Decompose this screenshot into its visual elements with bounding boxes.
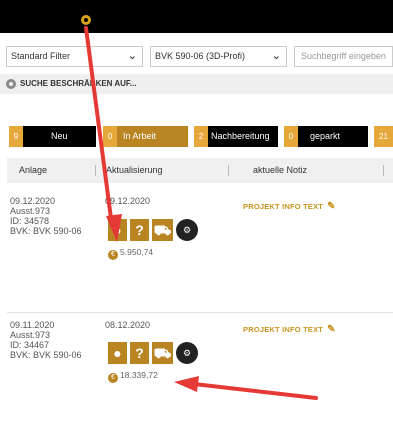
tab-geparkt[interactable]: 0 geparkt — [284, 126, 368, 147]
tab-count: 0 — [284, 126, 298, 147]
column-header-notiz[interactable]: aktuelle Notiz — [253, 158, 307, 183]
filter-select-value: Standard Filter — [11, 51, 71, 61]
column-separator — [95, 165, 96, 176]
edit-icon[interactable]: ✎ — [327, 201, 336, 212]
row-divider — [7, 312, 393, 313]
tab-count: 0 — [103, 126, 117, 147]
aktualisierung-cell: 08.12.2020 — [105, 320, 151, 330]
table-header: Anlage Aktualisierung aktuelle Notiz — [7, 158, 393, 183]
anlage-cell: 09.12.2020 Ausst.973 ID: 34578 BVK: BVK … — [10, 196, 82, 236]
price-value: 5.950,74 — [120, 247, 154, 257]
anlage-id: ID: 34578 — [10, 216, 50, 226]
action-icons: ● ? ⛟ ⚙ — [108, 342, 218, 364]
tab-label: geparkt — [310, 131, 341, 141]
anlage-date: 09.11.2020 — [10, 320, 55, 330]
table-row[interactable]: 09.11.2020 Ausst.973 ID: 34467 BVK: BVK … — [7, 312, 393, 407]
column-header-aktualisierung[interactable]: Aktualisierung — [106, 158, 163, 183]
anlage-date: 09.12.2020 — [10, 196, 56, 206]
project-info-link[interactable]: PROJEKT INFO TEXT ✎ — [243, 201, 336, 212]
aktualisierung-cell: 09.12.2020 — [105, 196, 151, 206]
column-separator — [383, 165, 384, 176]
chevron-down-icon: ⌄ — [127, 50, 137, 62]
filter-select[interactable]: Standard Filter ⌄ — [6, 46, 143, 67]
price-value: 18.339,72 — [120, 370, 158, 380]
project-select[interactable]: BVK 590-06 (3D-Profi) ⌄ — [150, 46, 287, 67]
status-tabs: 9 Neu 0 In Arbeit 2 Nachbereitung 0 gepa… — [0, 126, 393, 147]
anlage-ausst: Ausst.973 — [10, 330, 51, 340]
project-info-link[interactable]: PROJEKT INFO TEXT ✎ — [243, 324, 336, 335]
project-info-text: PROJEKT INFO TEXT — [243, 202, 324, 211]
cart-icon[interactable]: ⛟ — [152, 342, 173, 364]
tab-in-arbeit[interactable]: 0 In Arbeit — [103, 126, 188, 147]
tab-label: Neu — [51, 131, 68, 141]
anlage-bvk: BVK: BVK 590-06 — [10, 350, 82, 360]
chevron-down-icon: ⌄ — [271, 50, 281, 62]
user-icon[interactable]: ● — [108, 219, 127, 241]
filter-bar: Standard Filter ⌄ BVK 590-06 (3D-Profi) … — [0, 42, 393, 70]
price-info: €18.339,72 — [108, 369, 158, 383]
euro-icon: € — [108, 250, 118, 260]
cart-icon[interactable]: ⛟ — [152, 219, 173, 241]
tab-count: 9 — [9, 126, 23, 147]
question-icon[interactable]: ? — [130, 342, 149, 364]
stamp-icon[interactable]: ⚙ — [176, 342, 198, 364]
project-select-value: BVK 590-06 (3D-Profi) — [155, 51, 246, 61]
edit-icon[interactable]: ✎ — [327, 324, 336, 335]
radio-circle-icon — [6, 79, 16, 89]
tab-label: Nachbereitung — [211, 131, 270, 141]
restrict-search-label: SUCHE BESCHRÄNKEN AUF... — [20, 79, 137, 88]
tab-more[interactable]: 21 — [374, 126, 393, 147]
action-icons: ● ? ⛟ ⚙ — [108, 219, 218, 241]
restrict-search-toggle[interactable]: SUCHE BESCHRÄNKEN AUF... — [0, 74, 393, 94]
anlage-cell: 09.11.2020 Ausst.973 ID: 34467 BVK: BVK … — [10, 320, 82, 360]
top-bar — [0, 0, 393, 33]
question-icon[interactable]: ? — [130, 219, 149, 241]
tab-nachbereitung[interactable]: 2 Nachbereitung — [194, 126, 278, 147]
tab-label: In Arbeit — [123, 131, 157, 141]
user-icon[interactable]: ● — [108, 342, 127, 364]
search-input[interactable]: Suchbegriff eingeben — [294, 46, 393, 67]
project-info-text: PROJEKT INFO TEXT — [243, 325, 324, 334]
tab-count: 21 — [374, 126, 393, 147]
column-header-anlage[interactable]: Anlage — [19, 158, 47, 183]
search-placeholder: Suchbegriff eingeben — [301, 51, 386, 61]
anlage-ausst: Ausst.973 — [10, 206, 51, 216]
price-info: €5.950,74 — [108, 246, 154, 260]
eye-icon[interactable] — [81, 15, 91, 25]
euro-icon: € — [108, 373, 118, 383]
column-separator — [228, 165, 229, 176]
anlage-id: ID: 34467 — [10, 340, 50, 350]
tab-neu[interactable]: 9 Neu — [9, 126, 96, 147]
table-row[interactable]: 09.12.2020 Ausst.973 ID: 34578 BVK: BVK … — [7, 190, 393, 300]
stamp-icon[interactable]: ⚙ — [176, 219, 198, 241]
anlage-bvk: BVK: BVK 590-06 — [10, 226, 82, 236]
